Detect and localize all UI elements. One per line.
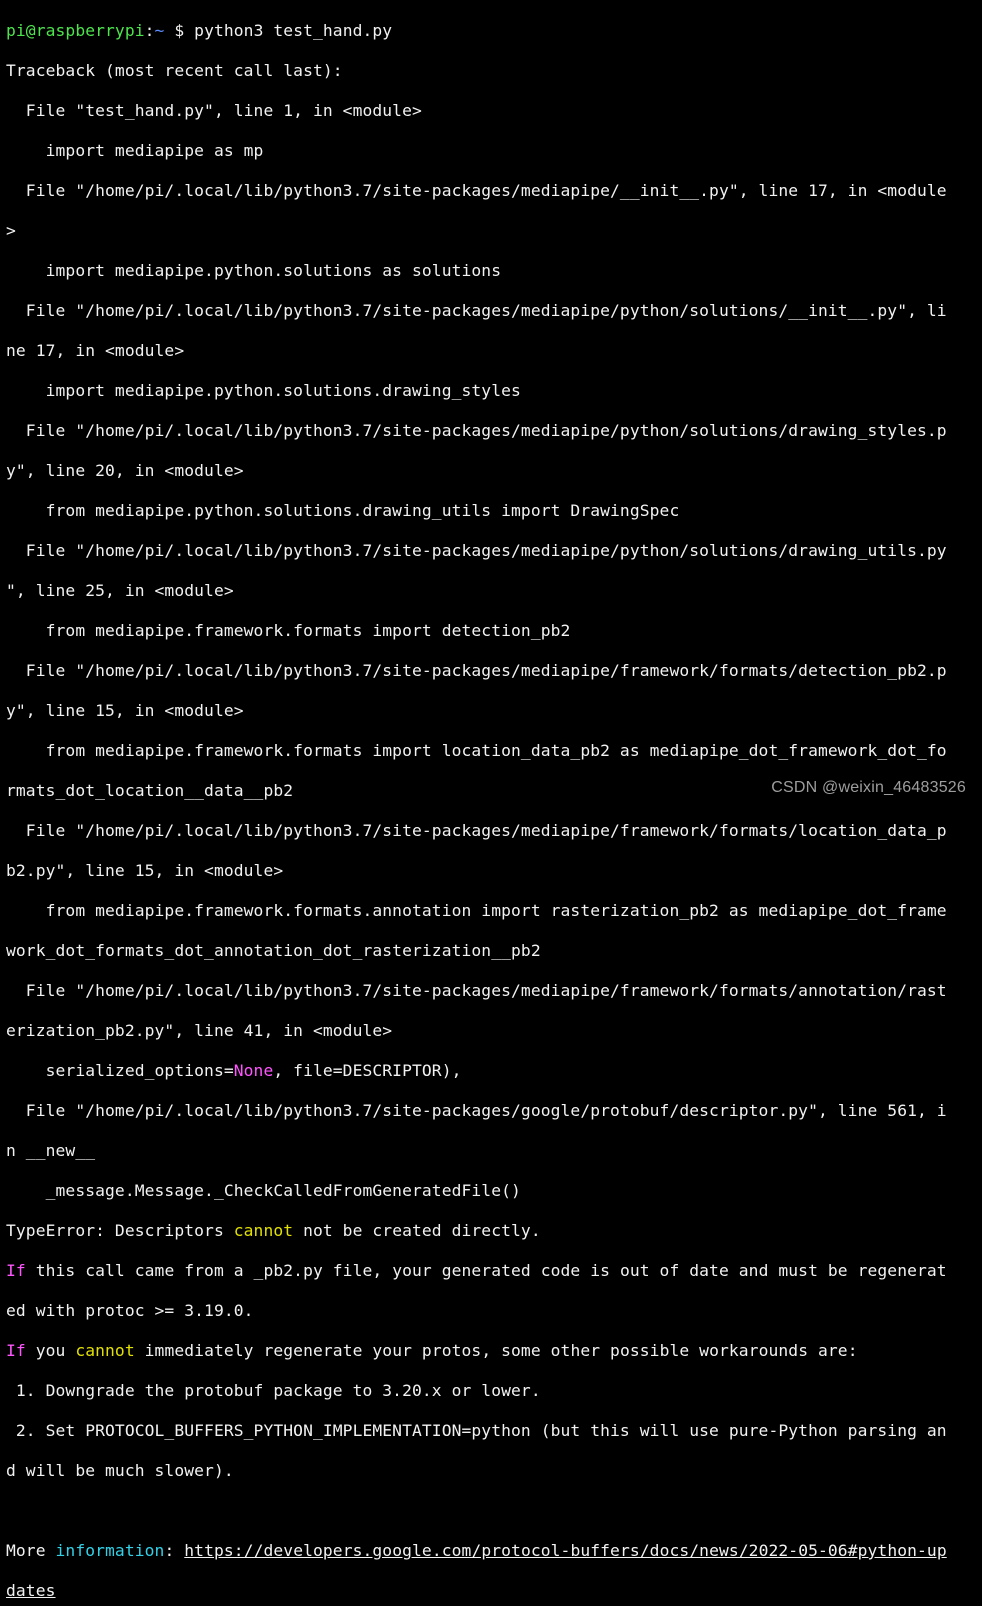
output-line: File "/home/pi/.local/lib/python3.7/site…: [6, 981, 947, 1000]
output-text: not be created directly.: [293, 1221, 541, 1240]
output-line: _message.Message._CheckCalledFromGenerat…: [6, 1181, 521, 1200]
output-line: File "/home/pi/.local/lib/python3.7/site…: [6, 1101, 947, 1120]
output-line: File "/home/pi/.local/lib/python3.7/site…: [6, 541, 947, 560]
error-line: TypeError: Descriptors cannot not be cre…: [6, 1221, 982, 1241]
output-line: import mediapipe as mp: [6, 141, 264, 160]
output-line: import mediapipe.python.solutions as sol…: [6, 261, 502, 280]
output-text: immediately regenerate your protos, some…: [134, 1341, 858, 1360]
output-line: File "/home/pi/.local/lib/python3.7/site…: [6, 421, 947, 440]
output-line: 1. Downgrade the protobuf package to 3.2…: [6, 1381, 541, 1400]
output-line: ed with protoc >= 3.19.0.: [6, 1301, 254, 1320]
output-line: y", line 15, in <module>: [6, 701, 244, 720]
output-line: from mediapipe.framework.formats import …: [6, 741, 947, 760]
prompt-separator: :: [144, 21, 155, 40]
output-line: work_dot_formats_dot_annotation_dot_rast…: [6, 941, 541, 960]
output-line: File "/home/pi/.local/lib/python3.7/site…: [6, 181, 947, 200]
output-line: Traceback (most recent call last):: [6, 61, 343, 80]
output-line: from mediapipe.framework.formats.annotat…: [6, 901, 947, 920]
output-line: File "test_hand.py", line 1, in <module>: [6, 101, 422, 120]
output-line: erization_pb2.py", line 41, in <module>: [6, 1021, 393, 1040]
docs-link-continuation: dates: [6, 1581, 982, 1601]
output-line: b2.py", line 15, in <module>: [6, 861, 284, 880]
output-line: >: [6, 221, 16, 240]
docs-link[interactable]: https://developers.google.com/protocol-b…: [184, 1541, 946, 1560]
keyword-cannot: cannot: [75, 1341, 135, 1360]
output-text: , file=DESCRIPTOR),: [273, 1061, 462, 1080]
docs-link-tail[interactable]: dates: [6, 1581, 56, 1600]
prompt-user-host: pi@raspberrypi: [6, 21, 145, 40]
output-text: :: [164, 1541, 185, 1560]
keyword-cannot: cannot: [233, 1221, 294, 1240]
output-line: 2. Set PROTOCOL_BUFFERS_PYTHON_IMPLEMENT…: [6, 1421, 947, 1440]
output-line: If this call came from a _pb2.py file, y…: [6, 1261, 982, 1281]
output-text: More: [6, 1541, 56, 1560]
output-text: serialized_options=: [6, 1061, 234, 1080]
output-line: File "/home/pi/.local/lib/python3.7/site…: [6, 821, 947, 840]
output-text: this call came from a _pb2.py file, your…: [25, 1261, 947, 1280]
output-line: y", line 20, in <module>: [6, 461, 244, 480]
output-line: More information: https://developers.goo…: [6, 1541, 982, 1561]
prompt-cwd: ~: [154, 21, 165, 40]
output-line: ", line 25, in <module>: [6, 581, 234, 600]
output-line: n __new__: [6, 1141, 96, 1160]
csdn-watermark: CSDN @weixin_46483526: [771, 779, 966, 796]
output-text: you: [25, 1341, 76, 1360]
prompt-command: python3 test_hand.py: [194, 21, 393, 40]
output-line: File "/home/pi/.local/lib/python3.7/site…: [6, 301, 947, 320]
output-line: from mediapipe.python.solutions.drawing_…: [6, 501, 680, 520]
prompt-line: pi@raspberrypi:~ $ python3 test_hand.py: [6, 21, 982, 41]
output-line: If you cannot immediately regenerate you…: [6, 1341, 982, 1361]
output-text: TypeError: Descriptors: [6, 1221, 234, 1240]
keyword-information: information: [55, 1541, 165, 1560]
output-line: d will be much slower).: [6, 1461, 234, 1480]
keyword-if: If: [6, 1261, 26, 1280]
keyword-if: If: [6, 1341, 26, 1360]
output-line: import mediapipe.python.solutions.drawin…: [6, 381, 521, 400]
output-line: File "/home/pi/.local/lib/python3.7/site…: [6, 661, 947, 680]
prompt-symbol: $: [164, 21, 195, 40]
keyword-none: None: [233, 1061, 274, 1080]
output-line: serialized_options=None, file=DESCRIPTOR…: [6, 1061, 982, 1081]
output-line: from mediapipe.framework.formats import …: [6, 621, 571, 640]
output-line: ne 17, in <module>: [6, 341, 185, 360]
terminal-output[interactable]: pi@raspberrypi:~ $ python3 test_hand.py …: [0, 0, 982, 1600]
